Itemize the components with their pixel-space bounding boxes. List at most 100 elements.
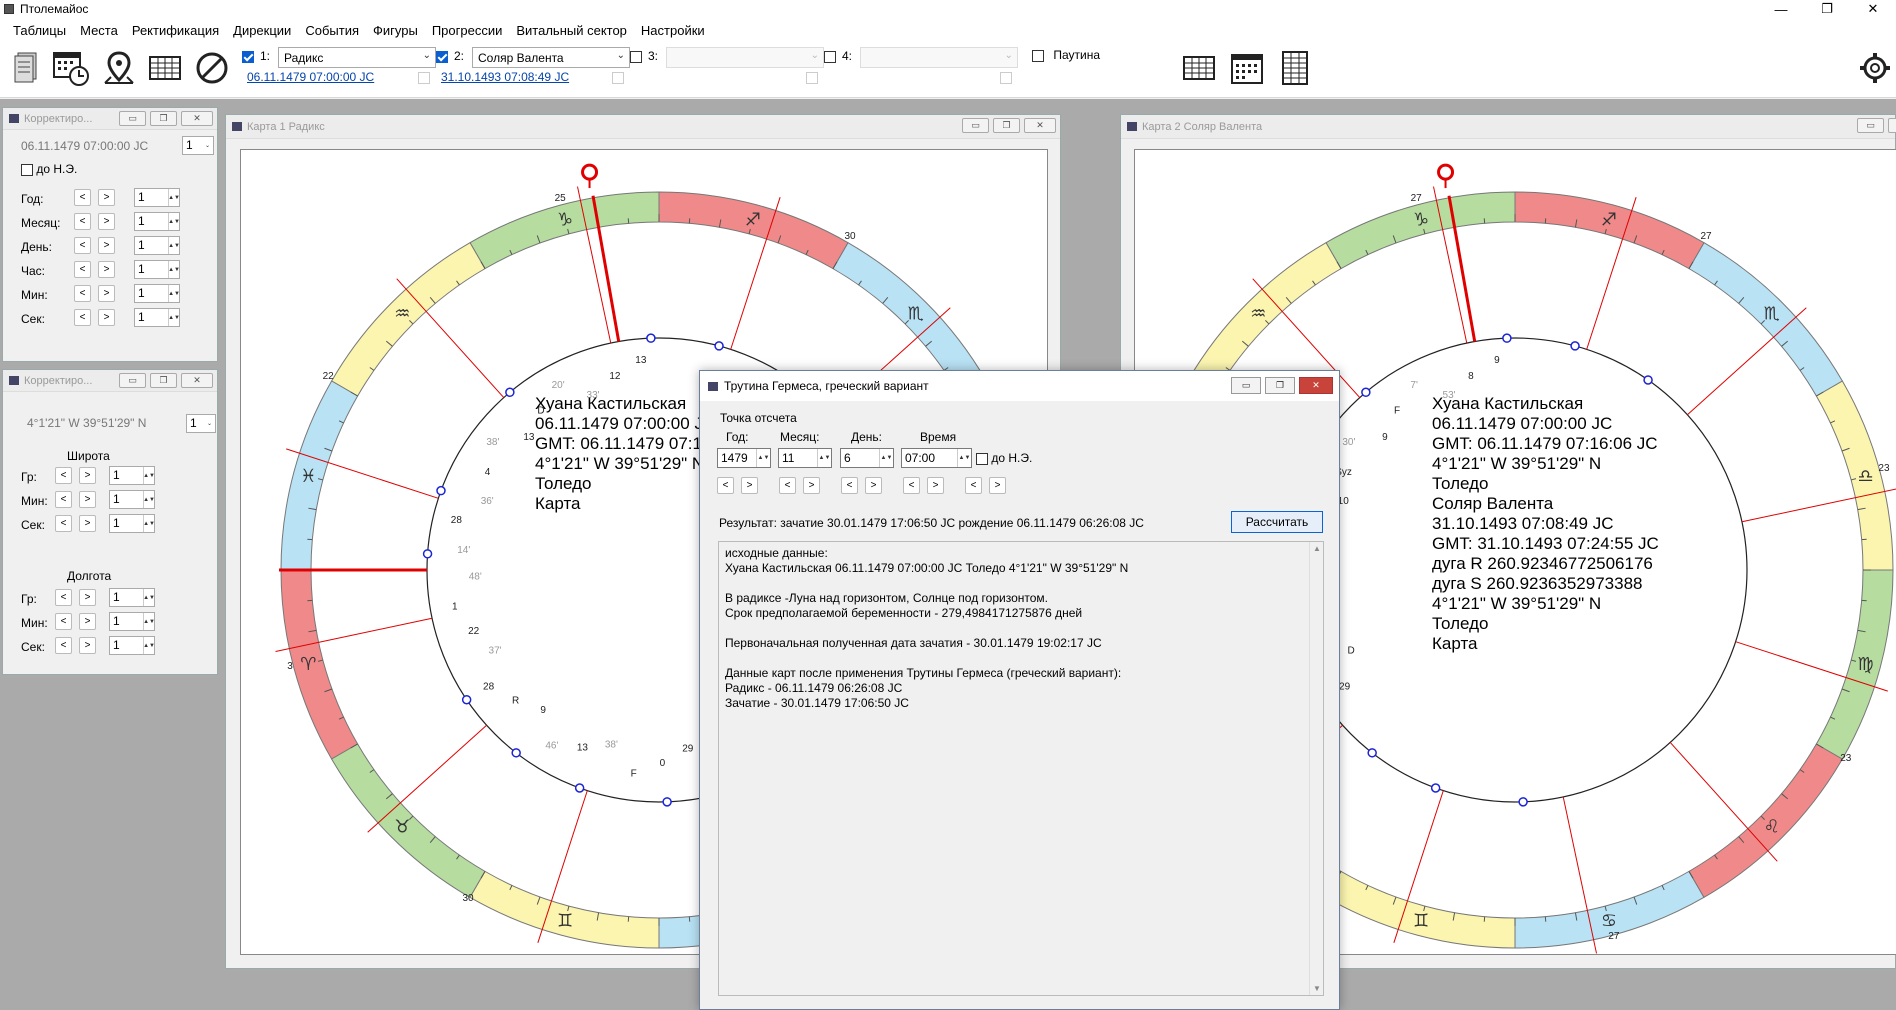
menu-places[interactable]: Места [73,23,125,38]
date-row-step-input[interactable]: 1 ▲▼ [134,188,180,207]
increment-button[interactable]: > [865,477,882,494]
chart-slot-1-small-checkbox[interactable] [418,72,430,84]
date-bce-toggle[interactable]: до Н.Э. [21,162,77,176]
increment-button[interactable]: > [98,309,115,326]
increment-button[interactable]: > [989,477,1006,494]
decrement-button[interactable]: < [74,213,91,230]
decrement-button[interactable]: < [717,477,734,494]
calendar-clock-icon[interactable] [52,48,90,88]
decrement-button[interactable]: < [841,477,858,494]
spinner-arrows-icon[interactable]: ▲▼ [168,309,180,326]
close-button[interactable]: ✕ [1850,0,1896,18]
increment-button[interactable]: > [803,477,820,494]
spinner-arrows-icon[interactable]: ▲▼ [817,449,831,467]
lat-row-step-input[interactable]: 1 ▲▼ [109,514,155,533]
chart-slot-3-small-checkbox[interactable] [806,72,818,84]
calendar-icon[interactable] [1228,48,1266,88]
chart-slot-1-date-link[interactable]: 06.11.1479 07:00:00 JC [247,70,374,84]
lon-row-step-input[interactable]: 1 ▲▼ [109,612,155,631]
menu-directions[interactable]: Дирекции [226,23,298,38]
increment-button[interactable]: > [98,237,115,254]
decrement-button[interactable]: < [965,477,982,494]
spinner-arrows-icon[interactable]: ▲▼ [168,285,180,302]
spinner-arrows-icon[interactable]: ▲▼ [879,449,893,467]
menu-progressions[interactable]: Прогрессии [425,23,510,38]
decrement-button[interactable]: < [779,477,796,494]
decrement-button[interactable]: < [55,467,72,484]
chart-slot-1-checkbox[interactable] [242,50,254,63]
map-pin-icon[interactable] [100,48,138,88]
increment-button[interactable]: > [79,613,96,630]
increment-button[interactable]: > [79,491,96,508]
spinner-arrows-icon[interactable]: ▲▼ [168,237,180,254]
chart-slot-2-select[interactable]: Соляр Валента ⌄ [472,47,630,68]
menu-vital-sector[interactable]: Витальный сектор [509,23,634,38]
close-icon[interactable]: ✕ [1024,118,1056,133]
close-icon[interactable]: ✕ [181,111,213,126]
decrement-button[interactable]: < [55,589,72,606]
day-input[interactable]: 6 ▲▼ [840,448,894,468]
increment-button[interactable]: > [98,285,115,302]
spinner-arrows-icon[interactable]: ▲▼ [957,449,971,467]
date-step-select[interactable]: 1 ⌄ [182,136,214,155]
spinner-arrows-icon[interactable]: ▲▼ [168,189,180,206]
chart-slot-2-checkbox[interactable] [436,50,448,63]
dialog-bce-toggle[interactable]: до Н.Э. [976,451,1032,465]
chart-slot-4-small-checkbox[interactable] [1000,72,1012,84]
restore-icon[interactable]: ❐ [993,118,1020,133]
decrement-button[interactable]: < [55,515,72,532]
date-row-step-input[interactable]: 1 ▲▼ [134,308,180,327]
spinner-arrows-icon[interactable]: ▲▼ [143,637,155,654]
month-input[interactable]: 11 ▲▼ [778,448,832,468]
maximize-button[interactable]: ❐ [1804,0,1850,18]
increment-button[interactable]: > [741,477,758,494]
spinner-arrows-icon[interactable]: ▲▼ [143,491,155,508]
web-checkbox[interactable] [1032,49,1044,62]
spinner-arrows-icon[interactable]: ▲▼ [168,213,180,230]
increment-button[interactable]: > [98,213,115,230]
lat-row-step-input[interactable]: 1 ▲▼ [109,490,155,509]
spinner-arrows-icon[interactable]: ▲▼ [756,449,770,467]
minimize-icon[interactable]: ▭ [962,118,989,133]
decrement-button[interactable]: < [74,237,91,254]
web-toggle[interactable]: Паутина [1032,48,1100,62]
spinner-arrows-icon[interactable]: ▲▼ [143,613,155,630]
lon-row-step-input[interactable]: 1 ▲▼ [109,636,155,655]
spinner-arrows-icon[interactable]: ▲▼ [143,515,155,532]
restore-icon[interactable]: ❐ [1265,377,1295,394]
scroll-down-icon[interactable]: ▼ [1313,984,1321,993]
menu-tables[interactable]: Таблицы [6,23,73,38]
documents-icon[interactable] [8,48,46,88]
decrement-button[interactable]: < [55,491,72,508]
gear-icon[interactable] [1856,48,1894,88]
menu-events[interactable]: События [298,23,366,38]
decrement-button[interactable]: < [74,189,91,206]
close-icon[interactable]: ✕ [181,373,213,388]
chart-slot-3-select[interactable]: ⌄ [666,47,824,68]
minimize-icon[interactable]: ▭ [1231,377,1261,394]
menu-rectification[interactable]: Ректификация [125,23,226,38]
restore-icon[interactable]: ❐ [150,111,177,126]
decrement-button[interactable]: < [55,613,72,630]
menu-settings[interactable]: Настройки [634,23,712,38]
close-icon[interactable]: ✕ [1299,377,1333,394]
log-scrollbar[interactable]: ▲ ▼ [1309,542,1323,995]
date-bce-checkbox[interactable] [21,163,33,176]
lat-row-step-input[interactable]: 1 ▲▼ [109,466,155,485]
increment-button[interactable]: > [79,467,96,484]
spreadsheet-icon[interactable] [1276,48,1314,88]
place-step-select[interactable]: 1 ⌄ [186,414,216,433]
chart-slot-3-checkbox[interactable] [630,50,642,63]
chart-slot-1-select[interactable]: Радикс ⌄ [278,47,436,68]
calculate-button[interactable]: Рассчитать [1231,511,1323,533]
lon-row-step-input[interactable]: 1 ▲▼ [109,588,155,607]
spinner-arrows-icon[interactable]: ▲▼ [168,261,180,278]
date-row-step-input[interactable]: 1 ▲▼ [134,284,180,303]
decrement-button[interactable]: < [903,477,920,494]
decrement-button[interactable]: < [74,309,91,326]
dialog-bce-checkbox[interactable] [976,452,988,465]
increment-button[interactable]: > [79,515,96,532]
result-log[interactable]: исходные данные: Хуана Кастильская 06.11.… [718,541,1324,996]
increment-button[interactable]: > [98,261,115,278]
scroll-up-icon[interactable]: ▲ [1313,544,1321,553]
